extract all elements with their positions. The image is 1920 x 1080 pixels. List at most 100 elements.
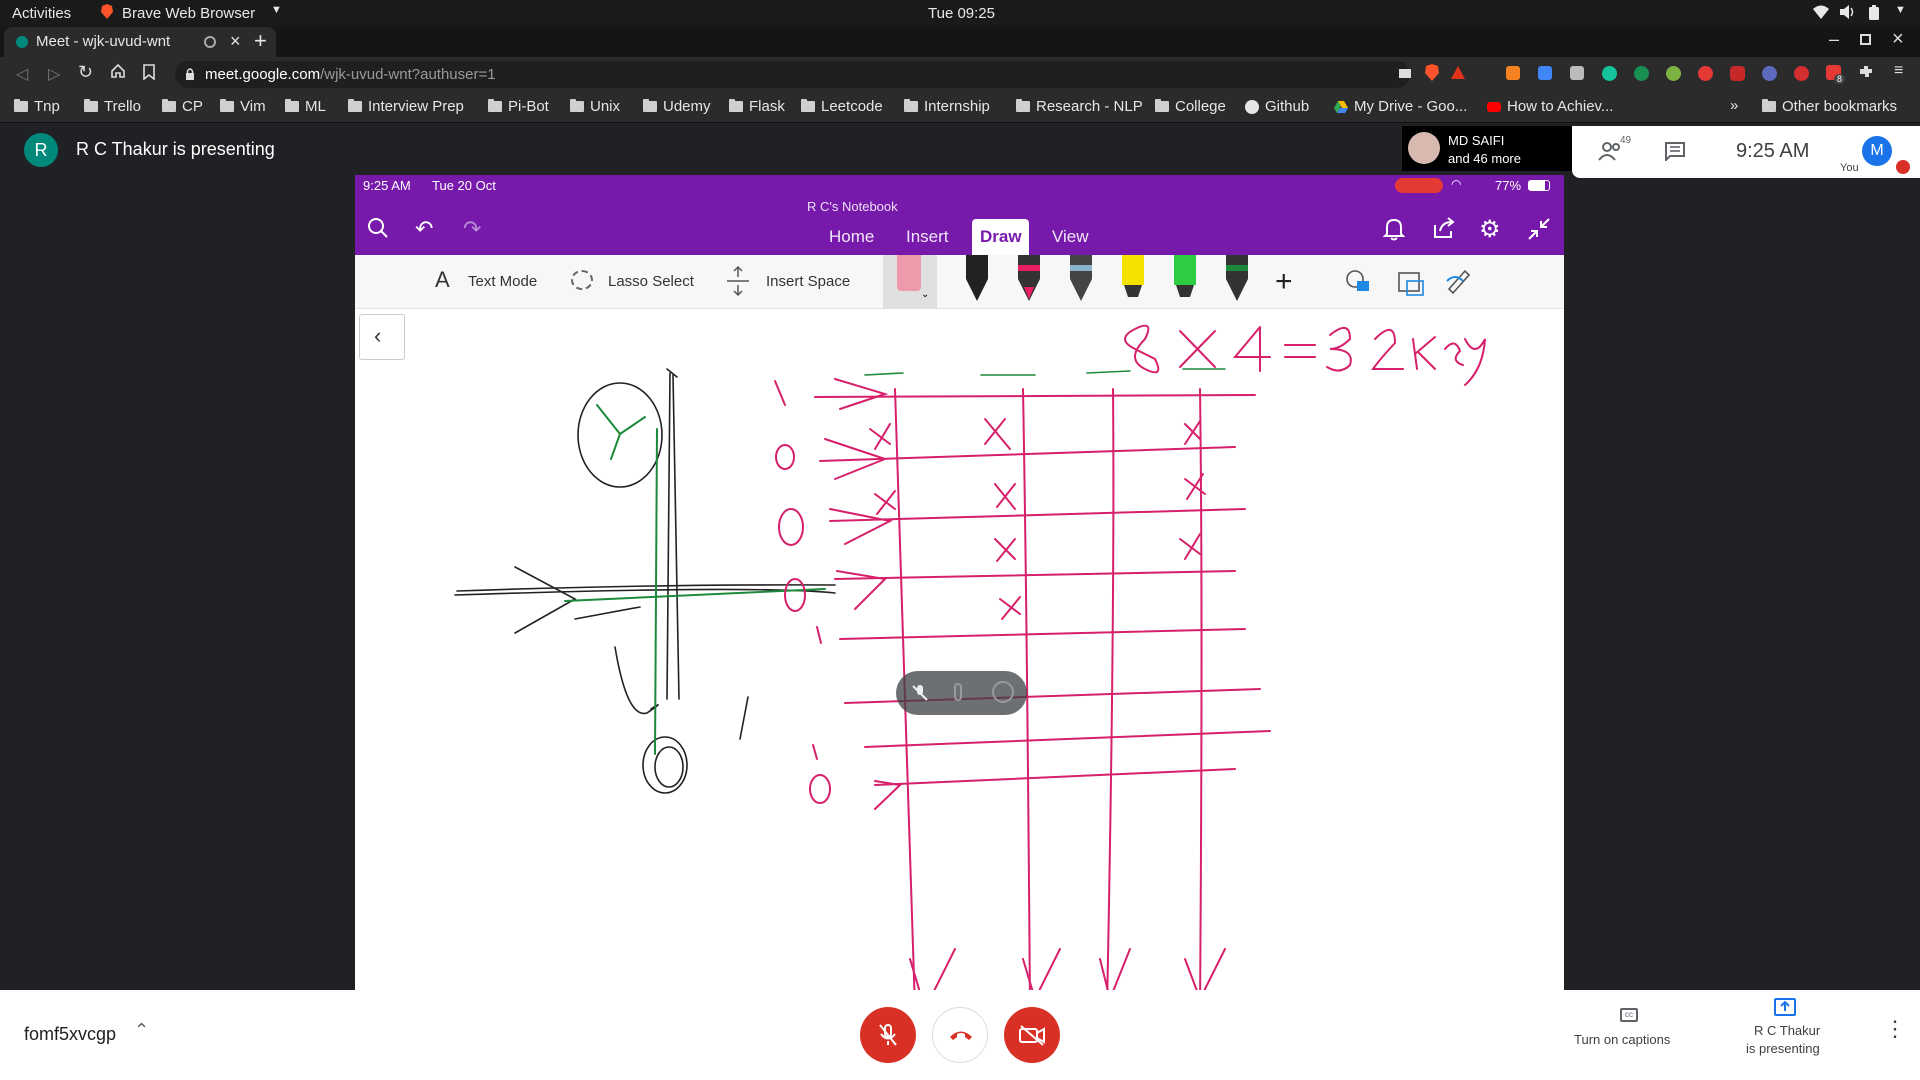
search-icon[interactable]	[367, 217, 389, 239]
pen-black-icon[interactable]	[962, 255, 992, 303]
app-menu[interactable]: Brave Web Browser	[122, 5, 255, 22]
address-bar[interactable]: meet.google.com/wjk-uvud-wnt?authuser=1	[175, 61, 1411, 88]
bookmark-flask[interactable]: Flask	[729, 98, 785, 115]
bookmark-github[interactable]: Github	[1245, 98, 1309, 115]
settings-gear-icon[interactable]: ⚙	[1479, 215, 1501, 244]
self-avatar[interactable]: M	[1862, 136, 1892, 166]
bookmark-tnp[interactable]: Tnp	[14, 98, 60, 115]
bookmark-other[interactable]: Other bookmarks	[1762, 98, 1897, 115]
captions-button[interactable]: cc Turn on captions	[1570, 1002, 1690, 1072]
bookmark-research-nlp[interactable]: Research - NLP	[1016, 98, 1143, 115]
battery-icon[interactable]	[1868, 5, 1880, 21]
insert-space-label[interactable]: Insert Space	[766, 273, 850, 290]
share-icon[interactable]	[1432, 217, 1456, 239]
back-icon[interactable]: ◁	[16, 64, 28, 84]
record-extension-icon[interactable]	[1794, 66, 1809, 81]
microphone-toggle-button[interactable]	[860, 1007, 916, 1063]
meet-favicon-icon	[16, 36, 28, 48]
ink-to-shape-icon[interactable]	[1395, 265, 1427, 297]
grammarly-icon[interactable]	[1602, 66, 1617, 81]
camera-toggle-button[interactable]	[1004, 1007, 1060, 1063]
bookmark-page-icon[interactable]	[143, 64, 155, 80]
bookmark-ml[interactable]: ML	[285, 98, 326, 115]
text-mode-icon[interactable]: A	[435, 267, 450, 293]
bookmark-my-drive[interactable]: My Drive - Goo...	[1334, 98, 1467, 115]
meeting-details-chevron-icon[interactable]: ⌃	[134, 1020, 149, 1041]
minimize-window-icon[interactable]: –	[1829, 29, 1839, 50]
close-window-icon[interactable]: ×	[1892, 28, 1904, 51]
alarm-extension-icon[interactable]	[1698, 66, 1713, 81]
folder-icon	[1762, 99, 1776, 112]
bookmark-unix[interactable]: Unix	[570, 98, 620, 115]
bookmark-vim[interactable]: Vim	[220, 98, 266, 115]
browser-tab[interactable]: Meet - wjk-uvud-wnt ×	[4, 27, 276, 57]
lasso-select-icon[interactable]	[571, 270, 593, 290]
extensions-puzzle-icon[interactable]	[1858, 64, 1874, 80]
pen-pink-icon[interactable]	[1014, 255, 1044, 303]
forward-icon[interactable]: ▷	[48, 64, 60, 84]
participant-tile[interactable]: MD SAIFI and 46 more	[1402, 126, 1572, 171]
restore-window-icon[interactable]	[1860, 34, 1871, 45]
shapes-icon[interactable]	[1345, 269, 1373, 293]
highlighter-green-icon[interactable]	[1170, 255, 1200, 303]
tab-draw[interactable]: Draw	[980, 227, 1022, 247]
notification-bell-icon[interactable]	[1383, 217, 1405, 241]
pen-green-icon[interactable]	[1222, 255, 1252, 303]
ink-replay-icon[interactable]	[1445, 267, 1473, 295]
reload-icon[interactable]: ↻	[78, 62, 93, 83]
tab-insert[interactable]: Insert	[906, 227, 949, 247]
grammar-extension-icon[interactable]	[1634, 66, 1649, 81]
shield-extension-icon[interactable]	[1730, 66, 1745, 81]
collapse-fullscreen-icon[interactable]	[1527, 217, 1551, 241]
tab-home[interactable]: Home	[829, 227, 874, 247]
more-options-icon[interactable]: ⋮	[1884, 1016, 1906, 1042]
brave-rewards-icon[interactable]	[1450, 65, 1466, 81]
browser-menu-icon[interactable]: ≡	[1894, 62, 1903, 80]
chat-icon[interactable]	[1664, 141, 1686, 161]
bookmark-pi-bot[interactable]: Pi-Bot	[488, 98, 549, 115]
bookmark-trello[interactable]: Trello	[84, 98, 141, 115]
system-menu-chevron-icon[interactable]: ▼	[1895, 4, 1906, 16]
close-tab-icon[interactable]: ×	[230, 31, 241, 52]
lasso-select-label[interactable]: Lasso Select	[608, 273, 694, 290]
bookmark-cp[interactable]: CP	[162, 98, 203, 115]
ink-canvas[interactable]	[355, 309, 1564, 990]
remove-icon[interactable]	[992, 681, 1014, 703]
bookmarks-overflow-icon[interactable]: »	[1730, 97, 1738, 114]
chevron-down-icon[interactable]: ⌄	[921, 289, 929, 300]
presenting-status-button[interactable]: R C Thakur is presenting	[1730, 996, 1840, 1072]
activities-button[interactable]: Activities	[12, 5, 71, 22]
add-extension-icon[interactable]	[1666, 66, 1681, 81]
brave-shields-icon[interactable]	[1424, 64, 1440, 82]
home-icon[interactable]	[110, 63, 126, 79]
app-menu-chevron-icon[interactable]: ▼	[271, 4, 282, 16]
text-mode-label[interactable]: Text Mode	[468, 273, 537, 290]
new-tab-icon[interactable]: +	[254, 28, 267, 54]
undo-icon[interactable]: ↶	[415, 216, 433, 242]
bookmark-college[interactable]: College	[1155, 98, 1226, 115]
bookmark-interview-prep[interactable]: Interview Prep	[348, 98, 464, 115]
volume-icon[interactable]	[1838, 4, 1856, 20]
translate-extension-icon[interactable]	[1538, 66, 1552, 80]
leave-call-button[interactable]	[932, 1007, 988, 1063]
highlighter-yellow-icon[interactable]	[1118, 255, 1148, 303]
redo-icon[interactable]: ↷	[463, 216, 481, 242]
lock-icon[interactable]	[185, 67, 195, 81]
bookmark-internship[interactable]: Internship	[904, 98, 990, 115]
insert-space-icon[interactable]	[725, 265, 751, 297]
tab-view[interactable]: View	[1052, 227, 1089, 247]
pen-galaxy-icon[interactable]	[1066, 255, 1096, 303]
folder-icon	[1016, 99, 1030, 112]
bookmark-udemy[interactable]: Udemy	[643, 98, 711, 115]
add-pen-icon[interactable]: +	[1275, 265, 1293, 299]
extension-icon-9[interactable]	[1762, 66, 1777, 81]
bookmark-how-to-achieve[interactable]: How to Achiev...	[1487, 98, 1613, 115]
meeting-code[interactable]: fomf5xvcgp	[24, 1024, 116, 1045]
extension-icon-3[interactable]	[1570, 66, 1584, 80]
wifi-icon[interactable]	[1812, 4, 1830, 20]
extension-icon-1[interactable]	[1506, 66, 1520, 80]
clock[interactable]: Tue 09:25	[928, 5, 995, 22]
eraser-tool[interactable]: ⌄	[883, 255, 937, 309]
camera-in-use-icon[interactable]	[1399, 69, 1411, 78]
bookmark-leetcode[interactable]: Leetcode	[801, 98, 883, 115]
